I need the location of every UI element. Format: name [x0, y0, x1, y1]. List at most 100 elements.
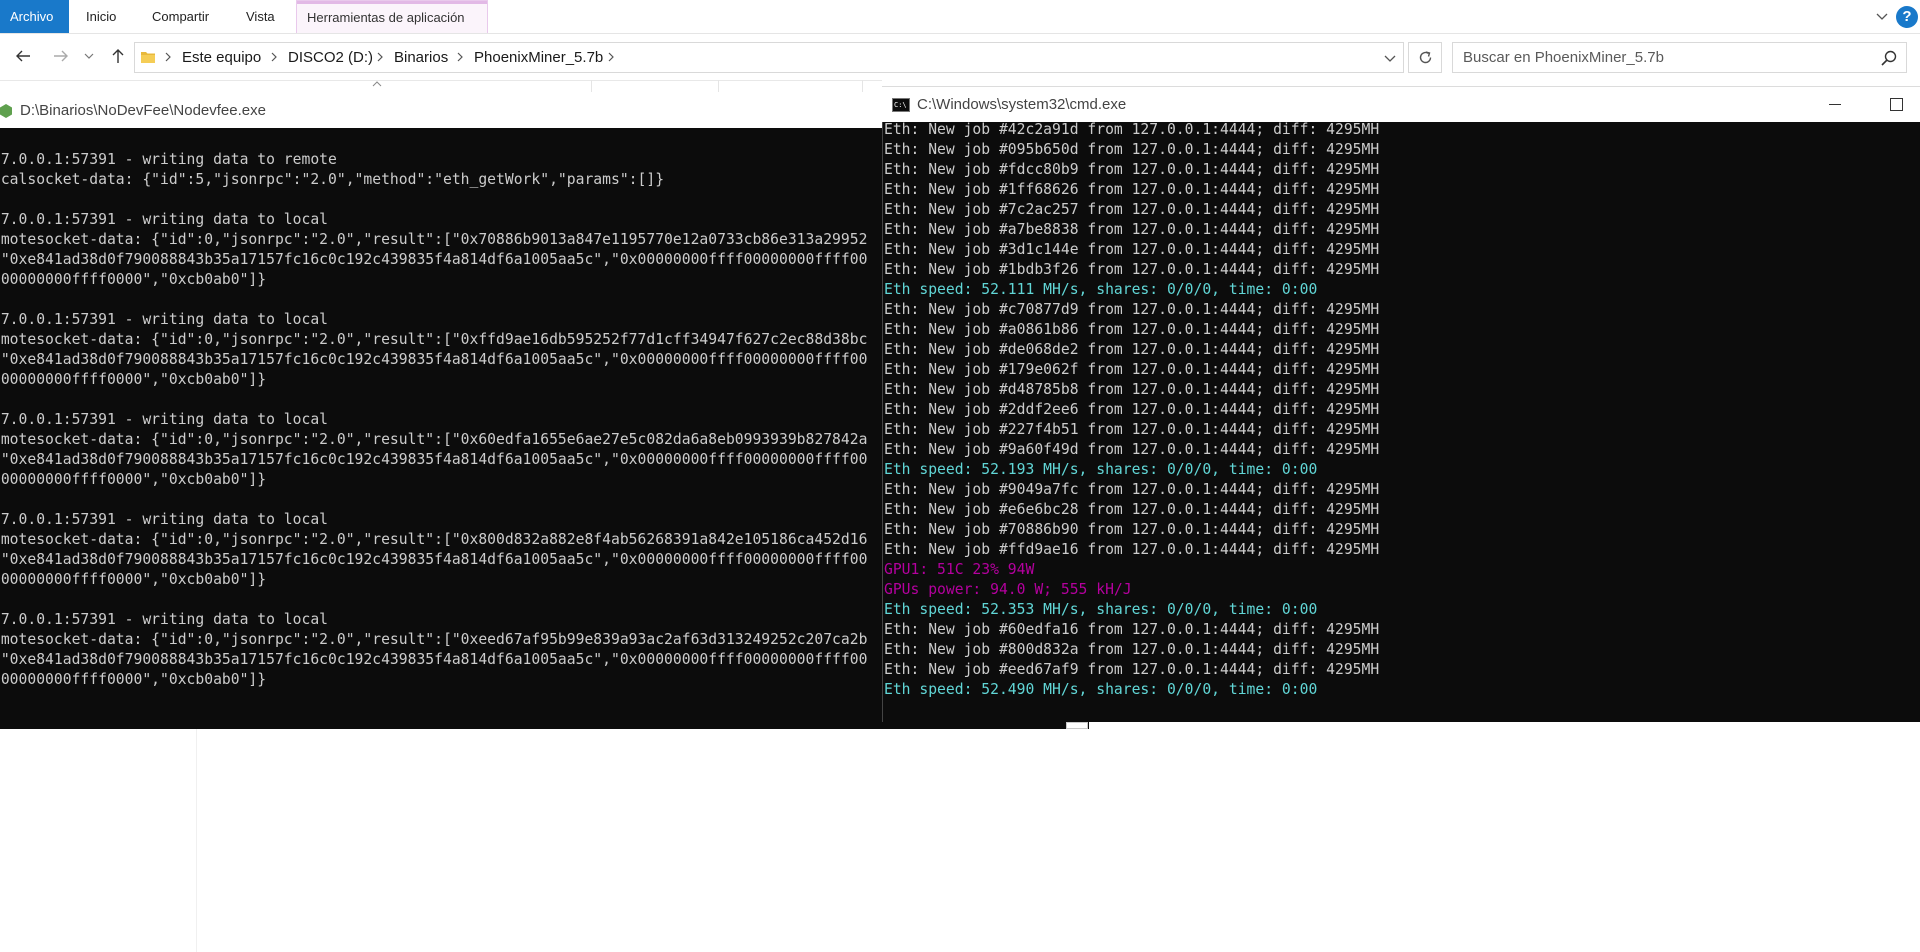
console-line: f00000000ffff0000","0xcb0ab0"]}	[0, 571, 267, 588]
breadcrumb-binarios[interactable]: Binarios	[394, 43, 448, 72]
arrow-left-icon[interactable]	[11, 44, 35, 68]
console-line: ,"0xe841ad38d0f790088843b35a17157fc16c0c…	[0, 251, 868, 268]
chevron-right-icon[interactable]	[606, 52, 616, 62]
minimize-icon[interactable]	[1829, 104, 1841, 105]
console-line: 27.0.0.1:57391 - writing data to remote	[0, 151, 337, 168]
console-line: ,"0xe841ad38d0f790088843b35a17157fc16c0c…	[0, 651, 868, 668]
console-line: ,"0xe841ad38d0f790088843b35a17157fc16c0c…	[0, 351, 868, 368]
hashrate-line: Eth speed: 52.353 MH/s, shares: 0/0/0, t…	[884, 601, 1318, 618]
tab-inicio[interactable]: Inicio	[76, 0, 136, 33]
chevron-right-icon[interactable]	[269, 52, 279, 62]
breadcrumb-phoenixminer[interactable]: PhoenixMiner_5.7b	[474, 43, 603, 72]
cmd-title: C:\Windows\system32\cmd.exe	[917, 96, 1127, 113]
arrow-up-icon[interactable]	[106, 44, 130, 68]
job-line: Eth: New job #ffd9ae16 from 127.0.0.1:44…	[884, 541, 1380, 558]
arrow-right-icon[interactable]	[49, 44, 73, 68]
nodejs-hexagon-icon	[0, 104, 12, 118]
console-line: ,"0xe841ad38d0f790088843b35a17157fc16c0c…	[0, 551, 868, 568]
hashrate-line: Eth speed: 52.111 MH/s, shares: 0/0/0, t…	[884, 281, 1318, 298]
folder-icon	[141, 52, 155, 63]
tab-herramientas-aplicacion[interactable]: Herramientas de aplicación	[296, 0, 488, 33]
nodevfee-title: D:\Binarios\NoDevFee\Nodevfee.exe	[20, 102, 266, 119]
column-separator[interactable]	[591, 80, 592, 92]
chevron-right-icon[interactable]	[455, 52, 465, 62]
chevron-right-icon[interactable]	[163, 52, 173, 62]
job-line: Eth: New job #a0861b86 from 127.0.0.1:44…	[884, 321, 1380, 338]
chevron-right-icon[interactable]	[375, 52, 385, 62]
sort-caret-icon	[372, 81, 382, 87]
nodevfee-log-text: 27.0.0.1:57391 - writing data to remote o…	[0, 150, 867, 690]
column-header-strip	[0, 80, 882, 93]
help-icon[interactable]: ?	[1896, 6, 1918, 28]
job-line: Eth: New job #de068de2 from 127.0.0.1:44…	[884, 341, 1380, 358]
gpu-status-line: GPUs power: 94.0 W; 555 kH/J	[884, 581, 1132, 598]
refresh-button[interactable]	[1408, 42, 1442, 73]
job-line: Eth: New job #70886b90 from 127.0.0.1:44…	[884, 521, 1380, 538]
cmd-window[interactable]: C:\ C:\Windows\system32\cmd.exe Eth: New…	[882, 86, 1920, 722]
ribbon: Archivo Inicio Compartir Vista Herramien…	[0, 0, 1920, 34]
job-line: Eth: New job #227f4b51 from 127.0.0.1:44…	[884, 421, 1380, 438]
job-line: Eth: New job #e6e6bc28 from 127.0.0.1:44…	[884, 501, 1380, 518]
tab-vista[interactable]: Vista	[236, 0, 292, 33]
navigation-bar: Este equipo DISCO2 (D:) Binarios Phoenix…	[0, 34, 1920, 80]
search-box[interactable]: Buscar en PhoenixMiner_5.7b	[1452, 42, 1907, 73]
cmd-console-output[interactable]: Eth: New job #42c2a91d from 127.0.0.1:44…	[882, 122, 1920, 722]
console-line: f00000000ffff0000","0xcb0ab0"]}	[0, 371, 267, 388]
job-line: Eth: New job #179e062f from 127.0.0.1:44…	[884, 361, 1380, 378]
tab-herramientas-label: Herramientas de aplicación	[307, 10, 465, 25]
navigation-pane-divider	[196, 728, 197, 952]
job-line: Eth: New job #1bdb3f26 from 127.0.0.1:44…	[884, 261, 1380, 278]
job-line: Eth: New job #7c2ac257 from 127.0.0.1:44…	[884, 201, 1380, 218]
cmd-titlebar[interactable]: C:\ C:\Windows\system32\cmd.exe	[882, 86, 1920, 123]
maximize-icon[interactable]	[1890, 98, 1903, 111]
console-line: ocalsocket-data: {"id":5,"jsonrpc":"2.0"…	[0, 171, 665, 188]
console-line: emotesocket-data: {"id":0,"jsonrpc":"2.0…	[0, 331, 868, 348]
console-line: emotesocket-data: {"id":0,"jsonrpc":"2.0…	[0, 631, 868, 648]
ribbon-collapse-chevron-icon[interactable]	[1874, 8, 1890, 24]
console-line: f00000000ffff0000","0xcb0ab0"]}	[0, 271, 267, 288]
breadcrumb-disco2[interactable]: DISCO2 (D:)	[288, 43, 373, 72]
tab-compartir[interactable]: Compartir	[142, 0, 228, 33]
job-line: Eth: New job #800d832a from 127.0.0.1:44…	[884, 641, 1380, 658]
console-line: emotesocket-data: {"id":0,"jsonrpc":"2.0…	[0, 531, 868, 548]
console-line: 27.0.0.1:57391 - writing data to local	[0, 611, 329, 628]
job-line: Eth: New job #c70877d9 from 127.0.0.1:44…	[884, 301, 1380, 318]
address-history-chevron-icon[interactable]	[1383, 51, 1397, 65]
console-line: 27.0.0.1:57391 - writing data to local	[0, 511, 329, 528]
console-line: f00000000ffff0000","0xcb0ab0"]}	[0, 671, 267, 688]
tab-archivo[interactable]: Archivo	[0, 0, 69, 33]
context-tab-accent	[297, 1, 487, 4]
job-line: Eth: New job #60edfa16 from 127.0.0.1:44…	[884, 621, 1380, 638]
job-line: Eth: New job #1ff68626 from 127.0.0.1:44…	[884, 181, 1380, 198]
search-icon[interactable]	[1880, 49, 1898, 67]
address-bar[interactable]: Este equipo DISCO2 (D:) Binarios Phoenix…	[134, 42, 1404, 73]
job-line: Eth: New job #9049a7fc from 127.0.0.1:44…	[884, 481, 1380, 498]
job-line: Eth: New job #fdcc80b9 from 127.0.0.1:44…	[884, 161, 1380, 178]
console-line: 27.0.0.1:57391 - writing data to local	[0, 311, 329, 328]
hashrate-line: Eth speed: 52.193 MH/s, shares: 0/0/0, t…	[884, 461, 1318, 478]
refresh-icon	[1419, 51, 1432, 64]
console-line: 27.0.0.1:57391 - writing data to local	[0, 211, 329, 228]
job-line: Eth: New job #42c2a91d from 127.0.0.1:44…	[884, 122, 1380, 138]
job-line: Eth: New job #a7be8838 from 127.0.0.1:44…	[884, 221, 1380, 238]
column-separator[interactable]	[718, 80, 719, 92]
scrollbar-stub[interactable]	[1066, 722, 1088, 729]
console-line: emotesocket-data: {"id":0,"jsonrpc":"2.0…	[0, 231, 868, 248]
job-line: Eth: New job #9a60f49d from 127.0.0.1:44…	[884, 441, 1380, 458]
cmd-prompt-icon: C:\	[892, 98, 910, 112]
search-placeholder: Buscar en PhoenixMiner_5.7b	[1463, 49, 1664, 66]
chevron-down-icon[interactable]	[82, 44, 96, 68]
console-line: ,"0xe841ad38d0f790088843b35a17157fc16c0c…	[0, 451, 868, 468]
job-line: Eth: New job #095b650d from 127.0.0.1:44…	[884, 141, 1380, 158]
console-line: f00000000ffff0000","0xcb0ab0"]}	[0, 471, 267, 488]
job-line: Eth: New job #2ddf2ee6 from 127.0.0.1:44…	[884, 401, 1380, 418]
column-separator[interactable]	[862, 80, 863, 92]
job-line: Eth: New job #d48785b8 from 127.0.0.1:44…	[884, 381, 1380, 398]
cmd-log-text: Eth: New job #42c2a91d from 127.0.0.1:44…	[884, 122, 1379, 700]
breadcrumb-este-equipo[interactable]: Este equipo	[182, 43, 261, 72]
